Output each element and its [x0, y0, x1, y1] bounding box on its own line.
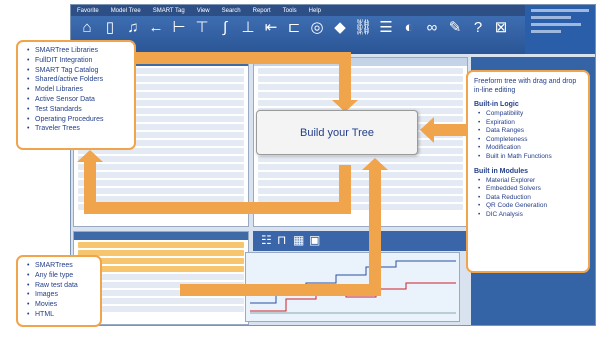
- modules-list: Material Explorer Embedded Solvers Data …: [474, 177, 582, 220]
- files-list: SMARTrees Any file type Raw test data Im…: [22, 261, 96, 320]
- list-item: Data Reduction: [478, 194, 582, 203]
- arrowhead: [420, 117, 434, 143]
- list-item: Completeness: [478, 136, 582, 145]
- list-item: Data Ranges: [478, 127, 582, 136]
- list-item: HTML: [27, 310, 96, 320]
- build-tree-box: Build your Tree: [256, 110, 418, 155]
- arrowhead: [77, 150, 103, 162]
- list-item: Model Libraries: [27, 85, 130, 95]
- list-item: Modification: [478, 144, 582, 153]
- list-item: Any file type: [27, 271, 96, 281]
- sources-callout: SMARTree Libraries FullDIT Integration S…: [16, 40, 136, 150]
- list-item: SMARTrees: [27, 261, 96, 271]
- list-item: Images: [27, 290, 96, 300]
- list-item: Movies: [27, 300, 96, 310]
- list-item: Material Explorer: [478, 177, 582, 186]
- list-item: DIC Analysis: [478, 211, 582, 220]
- sources-list: SMARTree Libraries FullDIT Integration S…: [22, 46, 130, 134]
- arrowhead: [362, 158, 388, 170]
- list-item: Compatibility: [478, 110, 582, 119]
- list-item: Active Sensor Data: [27, 95, 130, 105]
- list-item: Built in Math Functions: [478, 153, 582, 162]
- list-item: Traveler Trees: [27, 124, 130, 134]
- list-item: Operating Procedures: [27, 115, 130, 125]
- build-tree-label: Build your Tree: [300, 126, 374, 139]
- list-item: QR Code Generation: [478, 202, 582, 211]
- list-item: Shared/active Folders: [27, 75, 130, 85]
- features-intro: Freeform tree with drag and drop in-line…: [474, 78, 577, 94]
- arrow-top-to-center: [120, 52, 351, 102]
- files-callout: SMARTrees Any file type Raw test data Im…: [16, 255, 102, 327]
- arrow-center-to-left: [84, 160, 351, 214]
- modules-heading: Built in Modules: [474, 167, 529, 175]
- features-callout: Freeform tree with drag and drop in-line…: [466, 70, 590, 273]
- list-item: Raw test data: [27, 281, 96, 291]
- list-item: Expiration: [478, 119, 582, 128]
- list-item: SMARTree Libraries: [27, 46, 130, 56]
- list-item: FullDIT Integration: [27, 56, 130, 66]
- logic-list: Compatibility Expiration Data Ranges Com…: [474, 110, 582, 162]
- list-item: SMART Tag Catalog: [27, 66, 130, 76]
- logic-heading: Built-in Logic: [474, 101, 519, 108]
- list-item: Embedded Solvers: [478, 185, 582, 194]
- list-item: Test Standards: [27, 105, 130, 115]
